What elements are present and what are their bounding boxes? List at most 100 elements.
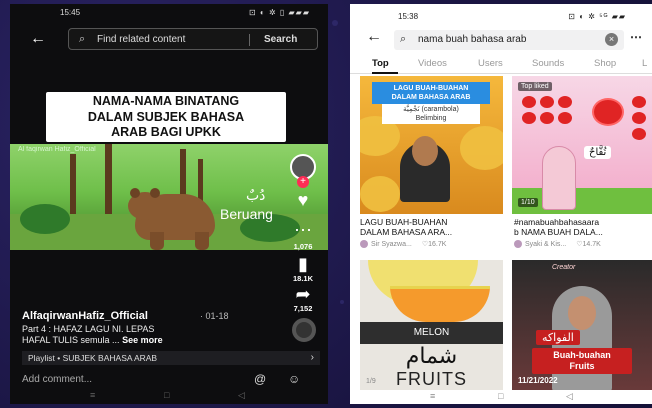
search-input[interactable]: ⌕ Find related content Search: [68, 28, 318, 50]
arabic-word: الفواكه: [536, 330, 580, 345]
apple-image: [522, 112, 536, 124]
home-icon[interactable]: □: [164, 390, 169, 400]
author-name[interactable]: Sir Syazwa...: [371, 241, 412, 248]
comment-icon[interactable]: ⋯: [292, 220, 314, 241]
caption-line: ARAB BAGI UPKK: [111, 125, 221, 139]
search-query: nama buah bahasa arab: [418, 34, 527, 45]
share-icon[interactable]: ➦: [292, 284, 314, 305]
search-placeholder: Find related content: [97, 34, 186, 45]
title-line: LAGU BUAH-BUAHAN: [393, 85, 469, 92]
search-button[interactable]: Search: [264, 34, 297, 45]
melon-slice-image: [390, 286, 490, 322]
recent-apps-icon[interactable]: ≡: [430, 391, 435, 401]
bear-leg: [195, 232, 209, 250]
video-card-thumbnail[interactable]: Creator الفواكه Buah-buahan Fruits 11/21…: [512, 260, 652, 392]
video-card-thumbnail[interactable]: Top liked تُفَّاحٌ 1/10: [512, 76, 652, 214]
recent-apps-icon[interactable]: ≡: [90, 390, 95, 400]
caption-line: DALAM SUBJEK BAHASA: [87, 109, 245, 124]
search-bar: ← ⌕ Find related content Search: [10, 26, 328, 54]
bear-leg: [150, 232, 164, 250]
apple-image: [558, 112, 572, 124]
bookmark-icon[interactable]: ▮: [292, 254, 314, 275]
tab-sounds[interactable]: Sounds: [532, 58, 564, 69]
thumbnail-title: LAGU BUAH-BUAHAN DALAM BAHASA ARAB: [372, 82, 490, 104]
tab-top[interactable]: Top: [372, 58, 389, 69]
back-nav-icon[interactable]: ◁: [566, 391, 573, 402]
apple-image: [632, 112, 646, 124]
label-line: Buah-buahan: [553, 350, 611, 360]
follow-plus-icon[interactable]: +: [297, 176, 309, 188]
status-time: 15:45: [60, 8, 81, 17]
presenter-face: [412, 136, 438, 166]
video-card-thumbnail[interactable]: LAGU BUAH-BUAHAN DALAM BAHASA ARAB نَجْم…: [360, 76, 503, 214]
system-nav-bar: ≡ □ ◁: [10, 388, 328, 404]
presenter-face: [568, 296, 596, 330]
comment-input[interactable]: Add comment...: [22, 374, 92, 385]
apple-image: [592, 98, 624, 126]
creator-badge: Creator: [552, 264, 576, 271]
caption-line: b NAMA BUAH DALA...: [514, 227, 603, 237]
tab-users[interactable]: Users: [478, 58, 503, 69]
tab-shop[interactable]: Shop: [594, 58, 616, 69]
fruit-name-band: MELON: [360, 322, 503, 344]
caption-line: #namabuahbahasaara: [514, 217, 600, 227]
share-count: 7,152: [293, 304, 313, 313]
clear-icon[interactable]: ×: [605, 33, 618, 46]
caption-line: NAMA-NAMA BINATANG: [92, 94, 240, 108]
playlist-label: Playlist • SUBJEK BAHASA ARAB: [28, 353, 158, 363]
comment-count: 1,076: [293, 242, 313, 251]
description-line: HAFAL TULIS semula ... See more: [22, 335, 262, 346]
music-disc-icon[interactable]: [292, 318, 316, 342]
arabic-word: تُفَّاحٌ: [584, 146, 612, 159]
status-bar: 15:45 ⊡ ◐ ✲ ▯ ▰▰▰: [10, 4, 328, 22]
title-line: DALAM BAHASA ARAB: [391, 94, 471, 101]
video-player-screen: 15:45 ⊡ ◐ ✲ ▯ ▰▰▰ ← ⌕ Find related conte…: [10, 4, 328, 404]
video-meta: Syaki & Kis... ♡14.7K: [514, 240, 601, 249]
playlist-bar[interactable]: Playlist • SUBJEK BAHASA ARAB ›: [22, 351, 320, 365]
search-input[interactable]: ⌕ nama buah bahasa arab ×: [394, 30, 624, 50]
top-liked-badge: Top liked: [518, 82, 552, 91]
bg-dot: [332, 20, 338, 26]
emoji-icon[interactable]: ☺: [288, 372, 300, 386]
avatar[interactable]: [514, 240, 522, 249]
save-count: 18.1K: [292, 274, 313, 283]
back-arrow-icon[interactable]: ←: [366, 28, 382, 46]
author-name[interactable]: Syaki & Kis...: [525, 241, 566, 248]
video-card-thumbnail[interactable]: MELON شمام FRUITS 1/9: [360, 260, 503, 392]
search-results-screen: 15:38 ⊡ ◐ ✲ ⁵ᴳ ▰▰ ← ⌕ nama buah bahasa a…: [350, 4, 652, 404]
avatar[interactable]: [360, 240, 368, 249]
post-date: · 01-18: [200, 311, 229, 321]
tree: [105, 144, 112, 214]
bush: [20, 204, 70, 234]
tab-live[interactable]: L: [642, 58, 647, 69]
video-caption[interactable]: LAGU BUAH-BUAHAN DALAM BAHASA ARA...: [360, 217, 452, 237]
author-name[interactable]: AlfaqirwanHafiz_Official: [22, 310, 148, 322]
video-caption[interactable]: #namabuahbahasaara b NAMA BUAH DALA...: [514, 217, 603, 237]
subtitle-line: نَجْمِيَّة (carambola): [403, 106, 459, 113]
video-description: Part 4 : HAFAZ LAGU NI. LEPAS HAFAL TULI…: [22, 324, 262, 346]
video-caption-overlay: NAMA-NAMA BINATANG DALAM SUBJEK BAHASA A…: [46, 92, 286, 142]
arabic-word: دُبٌ: [246, 188, 266, 204]
status-time: 15:38: [398, 12, 419, 21]
see-more-link[interactable]: See more: [122, 335, 163, 345]
back-nav-icon[interactable]: ◁: [238, 390, 245, 401]
system-nav-bar: ≡ □ ◁: [350, 390, 652, 404]
like-count: ♡16.7K: [421, 241, 447, 248]
action-rail: + ♥ ⋯ 1,076 ▮ 18.1K ➦ 7,152: [278, 154, 328, 354]
result-tabs: Top Videos Users Sounds Shop L: [350, 54, 652, 74]
apple-image: [522, 96, 536, 108]
tab-videos[interactable]: Videos: [418, 58, 447, 69]
apple-image: [540, 112, 554, 124]
heart-icon[interactable]: ♥: [292, 190, 314, 211]
active-tab-indicator: [372, 72, 398, 74]
back-arrow-icon[interactable]: ←: [30, 30, 46, 48]
description-text: HAFAL TULIS semula ...: [22, 335, 120, 345]
thumbnail-label: Buah-buahan Fruits: [532, 348, 632, 374]
label-line: Fruits: [569, 361, 595, 371]
home-icon[interactable]: □: [498, 391, 503, 401]
slide-counter: 1/9: [366, 378, 376, 385]
animal-label: Beruang: [220, 206, 273, 222]
mention-icon[interactable]: @: [254, 372, 266, 386]
search-icon: ⌕: [79, 33, 86, 45]
more-icon[interactable]: ⋯: [630, 30, 642, 44]
